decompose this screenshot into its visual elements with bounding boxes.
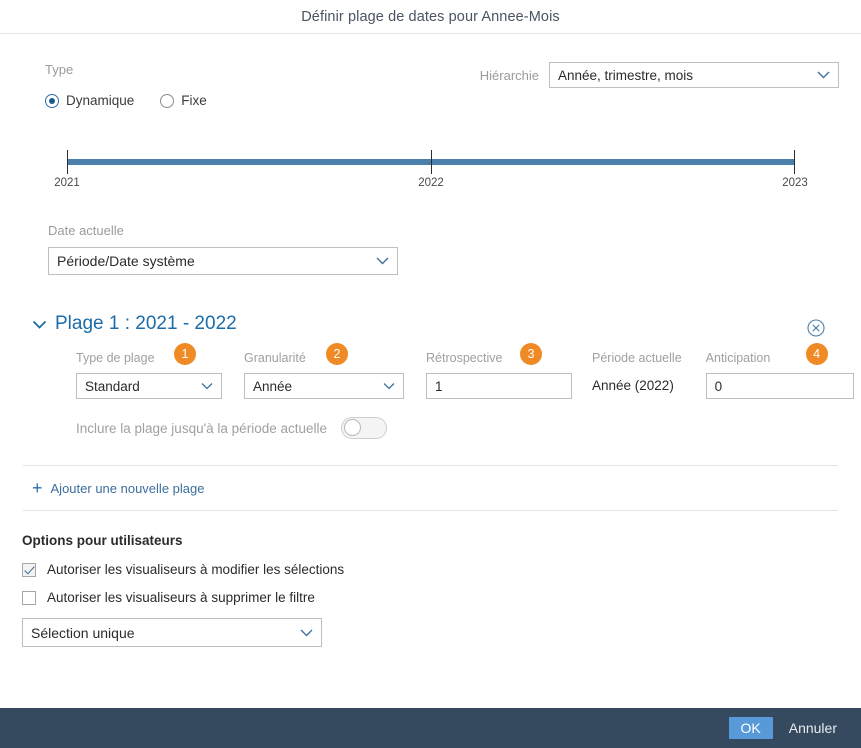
field-label-current-period: Période actuelle bbox=[592, 351, 682, 365]
step-badge-2: 2 bbox=[326, 343, 348, 365]
radio-label-fixe: Fixe bbox=[181, 93, 207, 108]
year-range-slider[interactable]: 2021 2022 2023 bbox=[22, 150, 839, 193]
type-label: Type bbox=[45, 62, 74, 77]
current-date-label: Date actuelle bbox=[48, 223, 124, 238]
type-hierarchy-row: Type Dynamique Fixe Hiérarchie Année, tr… bbox=[22, 34, 839, 108]
chevron-down-icon bbox=[201, 383, 213, 390]
field-label-lookahead: Anticipation bbox=[705, 351, 771, 365]
field-range-type: Type de plage 1 Standard bbox=[76, 343, 222, 399]
radio-option-dynamique[interactable]: Dynamique bbox=[45, 93, 134, 108]
range-fields-row: Type de plage 1 Standard Granularité 2 A… bbox=[32, 343, 854, 399]
hierarchy-select[interactable]: Année, trimestre, mois bbox=[549, 62, 839, 88]
slider-tick-label-2023: 2023 bbox=[782, 177, 808, 189]
divider-below-add-range bbox=[23, 510, 838, 511]
radio-icon-dynamique[interactable] bbox=[45, 93, 59, 108]
lookback-input[interactable] bbox=[426, 373, 572, 399]
current-date-select-value: Période/Date système bbox=[57, 253, 195, 269]
step-badge-4: 4 bbox=[805, 343, 828, 365]
dialog-titlebar: Définir plage de dates pour Annee-Mois bbox=[0, 0, 861, 34]
selection-mode-value: Sélection unique bbox=[31, 624, 135, 641]
ok-button[interactable]: OK bbox=[728, 717, 773, 739]
radio-label-dynamique: Dynamique bbox=[66, 93, 135, 108]
range-panel: Plage 1 : 2021 - 2022 Type de plage 1 St… bbox=[22, 313, 854, 439]
chevron-down-icon bbox=[817, 71, 830, 79]
slider-tick-label-2022: 2022 bbox=[418, 177, 444, 189]
close-icon[interactable] bbox=[807, 319, 825, 337]
slider-tick-middle bbox=[431, 150, 432, 174]
add-range-button[interactable]: + Ajouter une nouvelle plage bbox=[22, 466, 204, 510]
chevron-down-icon bbox=[376, 257, 389, 265]
checkbox-modify-selections[interactable] bbox=[22, 562, 36, 577]
field-label-granularity: Granularité bbox=[244, 351, 306, 365]
current-date-select[interactable]: Période/Date système bbox=[48, 247, 398, 275]
checkbox-row-remove-filter[interactable]: Autoriser les visualiseurs à supprimer l… bbox=[22, 590, 839, 605]
radio-option-fixe[interactable]: Fixe bbox=[160, 93, 207, 108]
range-header[interactable]: Plage 1 : 2021 - 2022 bbox=[32, 313, 839, 335]
add-range-label: Ajouter une nouvelle plage bbox=[50, 480, 205, 496]
checkbox-row-modify-selections[interactable]: Autoriser les visualiseurs à modifier le… bbox=[22, 562, 839, 577]
dialog-footer: OK Annuler bbox=[0, 708, 861, 748]
type-radio-group[interactable]: Dynamique Fixe bbox=[45, 93, 462, 108]
include-current-period-toggle[interactable] bbox=[341, 417, 387, 439]
field-lookback: Rétrospective 3 bbox=[426, 343, 572, 399]
current-period-value: Année (2022) bbox=[592, 378, 674, 393]
user-options-section: Options pour utilisateurs Autoriser les … bbox=[22, 533, 839, 647]
current-date-section: Date actuelle Période/Date système bbox=[22, 223, 839, 275]
cancel-button[interactable]: Annuler bbox=[783, 717, 843, 739]
type-column: Type Dynamique Fixe bbox=[22, 62, 462, 108]
slider-tick-end bbox=[794, 150, 795, 174]
checkbox-remove-filter[interactable] bbox=[22, 590, 36, 605]
field-granularity: Granularité 2 Année bbox=[244, 343, 404, 399]
include-current-period-label: Inclure la plage jusqu'à la période actu… bbox=[76, 420, 327, 436]
dialog-body: Type Dynamique Fixe Hiérarchie Année, tr… bbox=[0, 34, 861, 708]
slider-tick-start bbox=[67, 150, 68, 174]
slider-tick-label-2021: 2021 bbox=[54, 177, 80, 189]
checkbox-label-modify-selections: Autoriser les visualiseurs à modifier le… bbox=[47, 562, 345, 577]
hierarchy-label: Hiérarchie bbox=[479, 67, 539, 83]
chevron-down-icon bbox=[383, 383, 395, 390]
include-current-period-row: Inclure la plage jusqu'à la période actu… bbox=[32, 417, 839, 439]
user-options-title: Options pour utilisateurs bbox=[22, 533, 183, 548]
range-type-select[interactable]: Standard bbox=[76, 373, 222, 399]
field-lookahead: Anticipation 4 bbox=[705, 343, 854, 399]
range-type-value: Standard bbox=[85, 378, 140, 394]
plus-icon: + bbox=[32, 478, 43, 498]
field-label-lookback: Rétrospective bbox=[426, 351, 503, 365]
step-badge-1: 1 bbox=[174, 343, 196, 365]
granularity-value: Année bbox=[253, 378, 293, 394]
chevron-down-icon bbox=[300, 629, 313, 637]
selection-mode-select[interactable]: Sélection unique bbox=[22, 618, 322, 647]
slider-tick-labels: 2021 2022 2023 bbox=[54, 177, 808, 193]
dialog-title: Définir plage de dates pour Annee-Mois bbox=[301, 8, 560, 25]
hierarchy-column: Hiérarchie Année, trimestre, mois bbox=[480, 62, 839, 88]
hierarchy-select-value: Année, trimestre, mois bbox=[558, 67, 694, 83]
field-label-range-type: Type de plage bbox=[76, 351, 155, 365]
toggle-knob bbox=[344, 419, 361, 436]
slider-track-area[interactable] bbox=[67, 150, 795, 174]
checkbox-label-remove-filter: Autoriser les visualiseurs à supprimer l… bbox=[47, 590, 315, 605]
date-range-dialog: Définir plage de dates pour Annee-Mois T… bbox=[0, 0, 861, 748]
step-badge-3: 3 bbox=[520, 343, 542, 365]
field-current-period: Période actuelle Année (2022) bbox=[592, 349, 682, 399]
granularity-select[interactable]: Année bbox=[244, 373, 404, 399]
radio-icon-fixe[interactable] bbox=[160, 93, 175, 108]
lookahead-input[interactable] bbox=[705, 373, 854, 399]
chevron-down-icon[interactable] bbox=[32, 320, 47, 329]
range-title[interactable]: Plage 1 : 2021 - 2022 bbox=[55, 313, 237, 335]
